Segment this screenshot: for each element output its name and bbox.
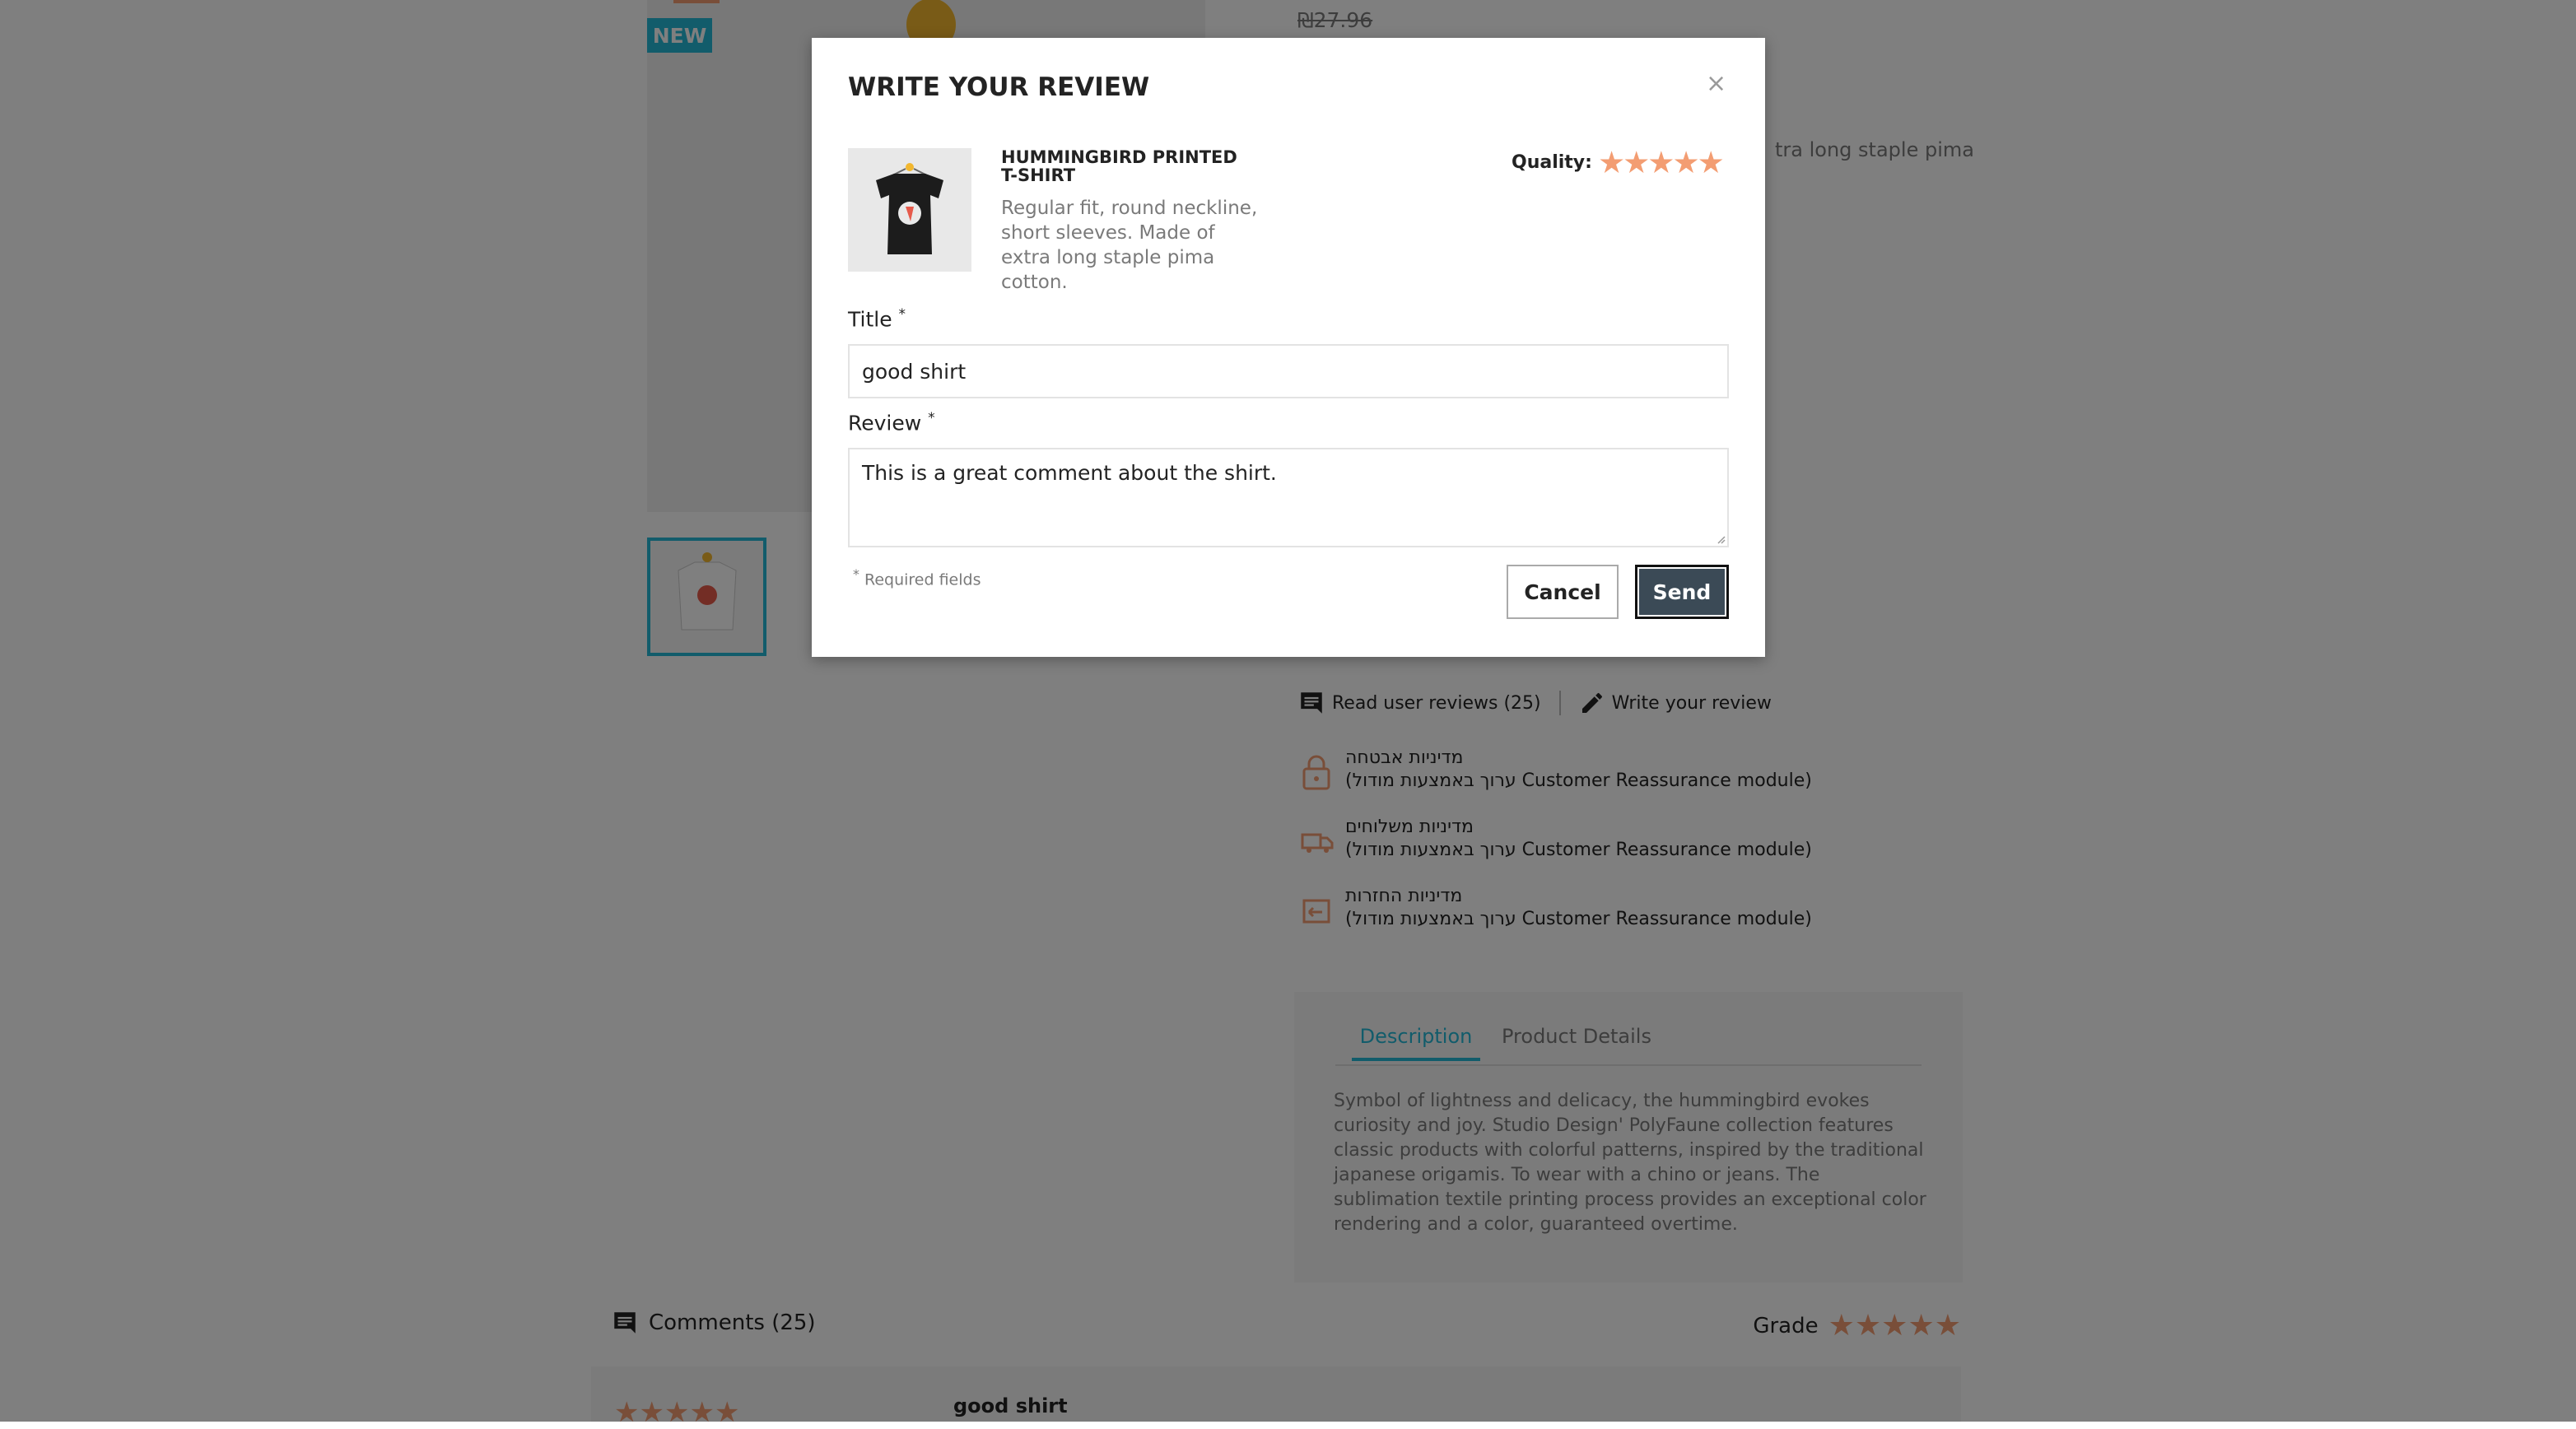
cancel-button[interactable]: Cancel xyxy=(1507,565,1619,619)
review-label-text: Review xyxy=(848,411,922,435)
title-input-value[interactable]: good shirt xyxy=(862,360,966,384)
required-fields-note: * Required fields xyxy=(853,566,981,589)
star-icon[interactable]: ★ xyxy=(1672,145,1699,180)
title-input[interactable]: good shirt xyxy=(848,344,1729,398)
close-icon[interactable]: × xyxy=(1706,69,1726,98)
star-icon[interactable]: ★ xyxy=(1698,145,1725,180)
title-label-text: Title xyxy=(848,307,892,332)
required-marker: * xyxy=(853,566,859,582)
review-textarea-value[interactable]: This is a great comment about the shirt. xyxy=(862,461,1277,485)
resize-handle-icon[interactable] xyxy=(1716,534,1726,544)
required-marker: * xyxy=(928,410,935,426)
star-icon[interactable]: ★ xyxy=(1647,145,1675,180)
product-image xyxy=(848,148,971,272)
quality-rating: Quality: ★★★★★ xyxy=(1512,145,1725,180)
product-name: HUMMINGBIRD PRINTED T-SHIRT xyxy=(1001,147,1237,185)
title-label: Title * xyxy=(848,306,906,331)
required-fields-text: Required fields xyxy=(864,570,981,589)
review-label: Review * xyxy=(848,410,935,435)
star-icon[interactable]: ★ xyxy=(1598,145,1625,180)
quality-stars[interactable]: ★★★★★ xyxy=(1598,145,1725,180)
modal-title: WRITE YOUR REVIEW xyxy=(848,72,1150,102)
required-marker: * xyxy=(898,306,906,323)
star-icon[interactable]: ★ xyxy=(1623,145,1650,180)
quality-label: Quality: xyxy=(1512,152,1592,173)
send-button[interactable]: Send xyxy=(1635,565,1729,619)
review-textarea[interactable]: This is a great comment about the shirt. xyxy=(848,448,1729,547)
write-review-modal: WRITE YOUR REVIEW × HUMMINGBIRD PRINTED … xyxy=(812,38,1765,657)
product-short-description: Regular fit, round neckline, short sleev… xyxy=(1001,198,1258,293)
